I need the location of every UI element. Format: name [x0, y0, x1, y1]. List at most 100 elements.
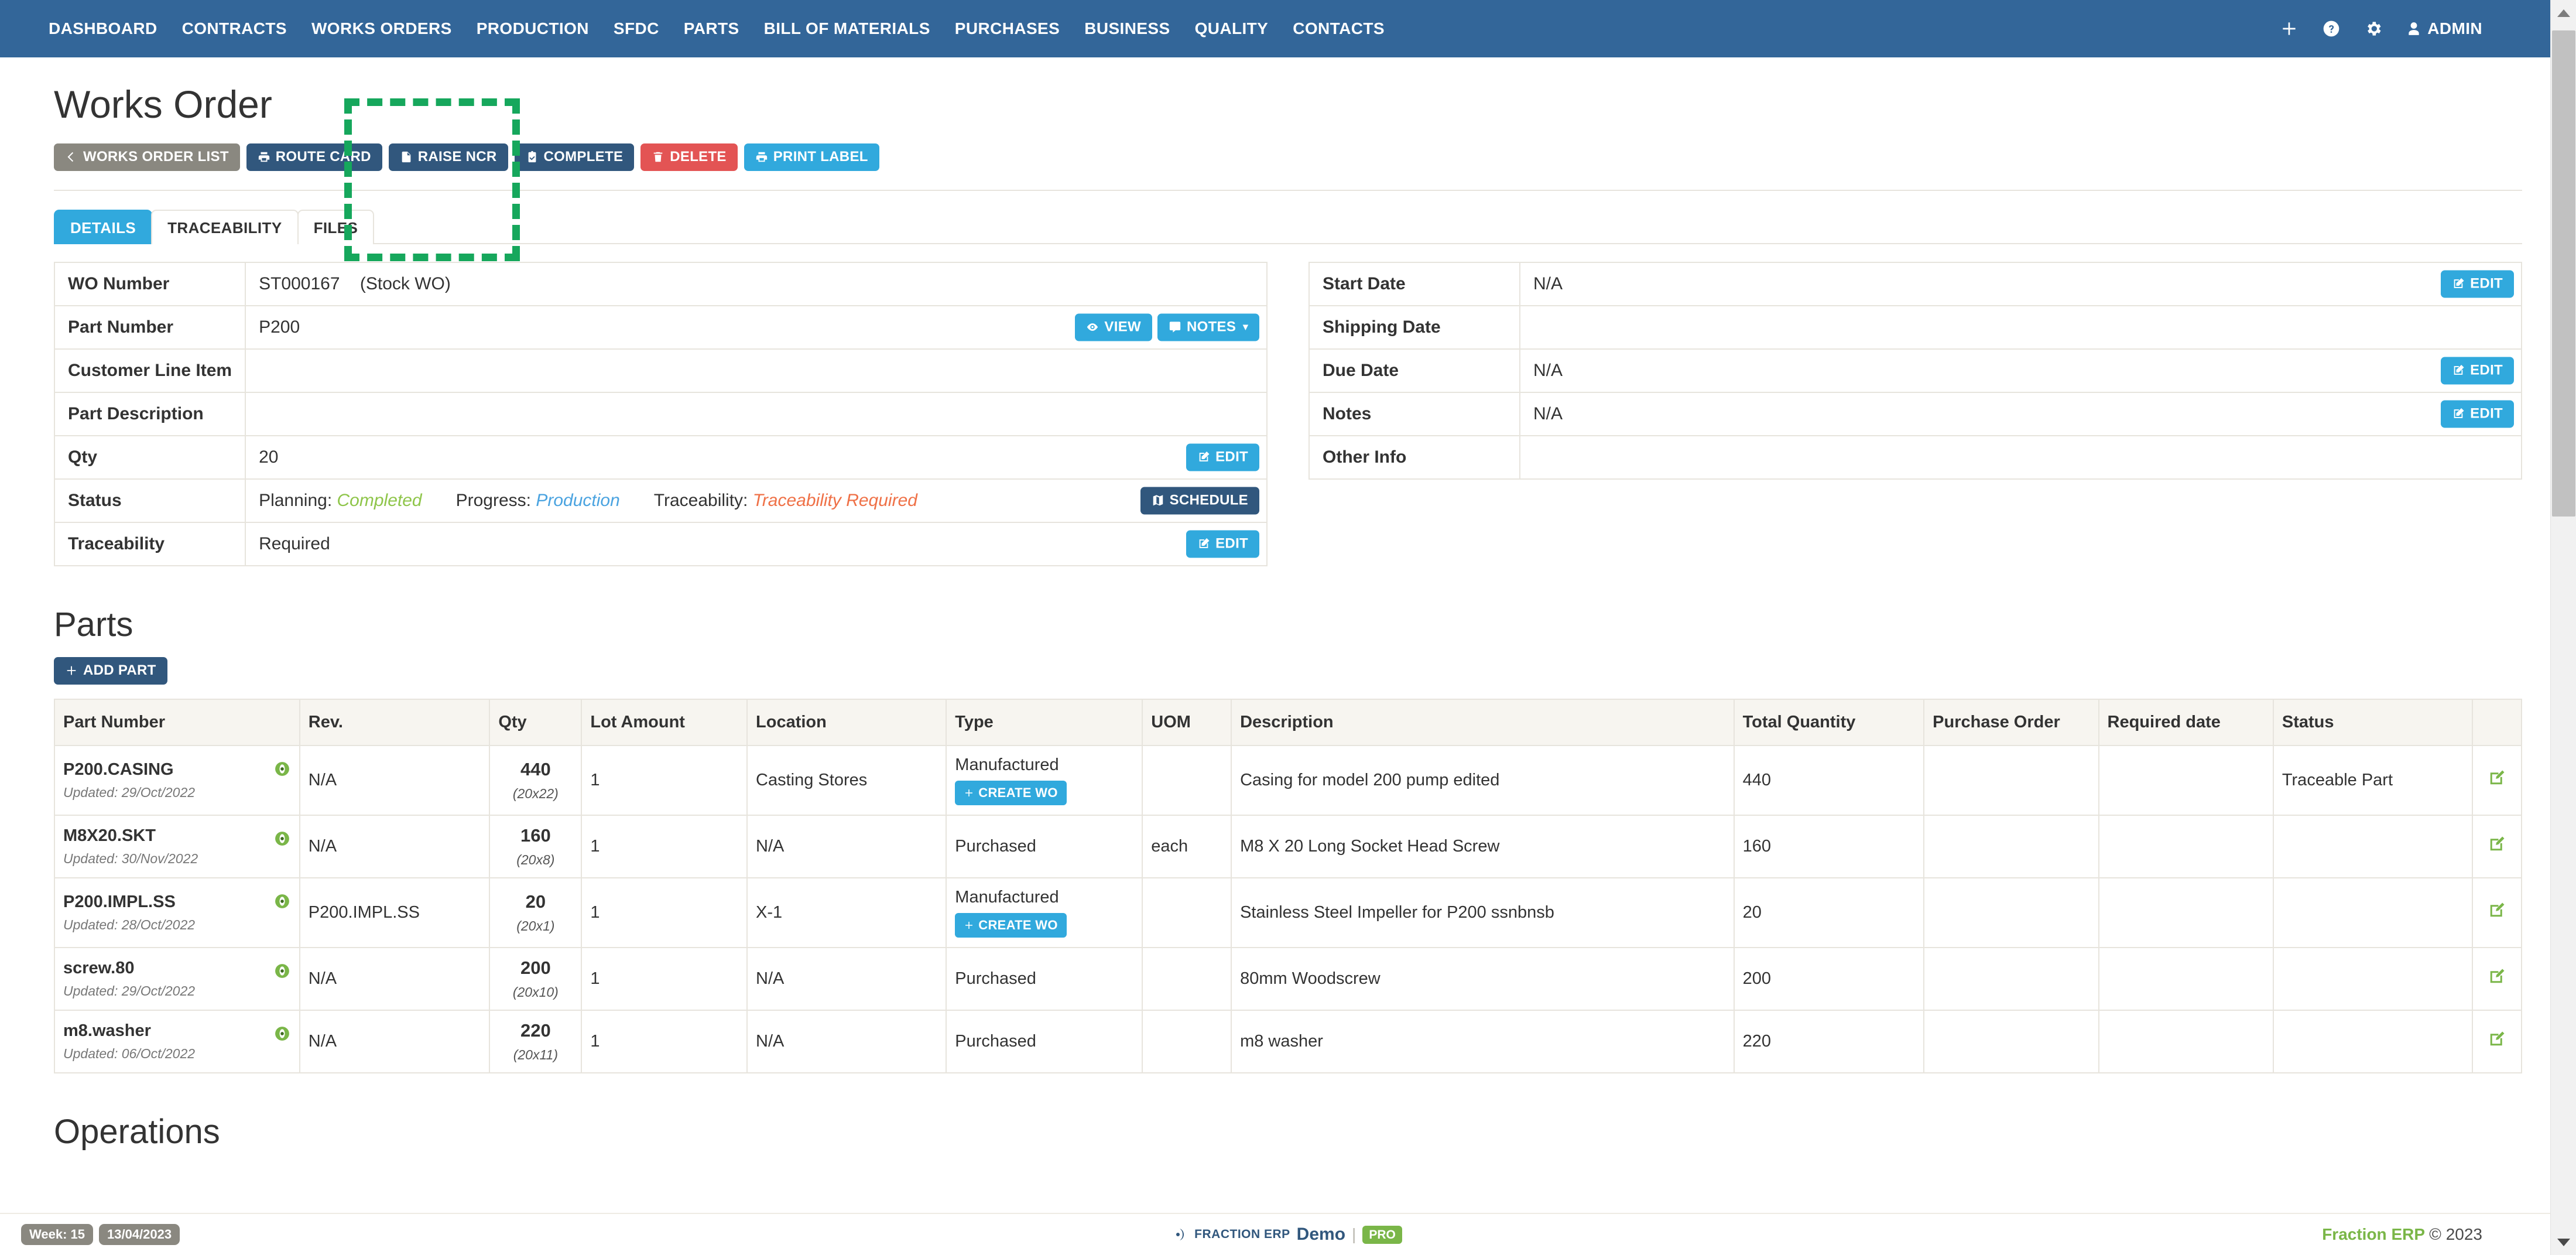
- eye-icon[interactable]: [275, 831, 290, 846]
- complete-button[interactable]: COMPLETE: [515, 143, 635, 171]
- notes-dropdown-button[interactable]: NOTES ▾: [1157, 313, 1259, 341]
- eye-icon[interactable]: [275, 963, 290, 979]
- nav-link-production[interactable]: PRODUCTION: [464, 19, 601, 38]
- page-title: Works Order: [54, 83, 2522, 126]
- page-scrollbar[interactable]: [2550, 0, 2576, 1255]
- nav-link-bill-of-materials[interactable]: BILL OF MATERIALS: [752, 19, 943, 38]
- col-purchase-order[interactable]: Purchase Order: [1924, 699, 2098, 746]
- edit-traceability-button[interactable]: EDIT: [1186, 530, 1259, 558]
- create-wo-button[interactable]: CREATE WO: [955, 913, 1067, 938]
- cell-required-date: [2099, 948, 2273, 1010]
- status-planning: Planning: Completed: [259, 491, 422, 511]
- tab-traceability[interactable]: TRACEABILITY: [151, 210, 298, 244]
- table-row[interactable]: P200.CASINGUpdated: 29/Oct/2022N/A440(20…: [54, 746, 2522, 815]
- col-uom[interactable]: UOM: [1142, 699, 1231, 746]
- eye-icon[interactable]: [275, 894, 290, 909]
- cell-type: Purchased: [946, 815, 1142, 878]
- scroll-down-arrow[interactable]: [2551, 1229, 2576, 1255]
- value-traceability: Required EDIT: [245, 522, 1267, 566]
- edit-row-icon[interactable]: [2488, 901, 2506, 919]
- eye-icon[interactable]: [275, 1026, 290, 1041]
- gear-icon[interactable]: [2364, 19, 2383, 38]
- table-row[interactable]: screw.80Updated: 29/Oct/2022N/A200(20x10…: [54, 948, 2522, 1010]
- edit-due-date-button[interactable]: EDIT: [2441, 357, 2514, 384]
- label-customer-line-item: Customer Line Item: [54, 349, 245, 392]
- col-description[interactable]: Description: [1231, 699, 1734, 746]
- col-required-date[interactable]: Required date: [2099, 699, 2273, 746]
- nav-link-contacts[interactable]: CONTACTS: [1280, 19, 1397, 38]
- view-button[interactable]: VIEW: [1075, 313, 1152, 341]
- edit-row-icon[interactable]: [2488, 967, 2506, 985]
- detail-row-part-description: Part Description: [54, 392, 1267, 436]
- status-traceability-value: Traceability Required: [753, 491, 917, 510]
- cell-actions[interactable]: [2472, 815, 2522, 878]
- type-label: Manufactured: [955, 755, 1133, 775]
- cell-uom: [1142, 948, 1231, 1010]
- qty-breakdown: (20x1): [498, 918, 573, 934]
- scroll-up-arrow[interactable]: [2551, 0, 2576, 26]
- nav-link-contracts[interactable]: CONTRACTS: [170, 19, 299, 38]
- raise-ncr-button[interactable]: RAISE NCR: [389, 143, 508, 171]
- cell-part-number: M8X20.SKTUpdated: 30/Nov/2022: [54, 815, 300, 878]
- route-card-button[interactable]: ROUTE CARD: [246, 143, 382, 171]
- create-wo-button[interactable]: CREATE WO: [955, 781, 1067, 805]
- nav-link-works-orders[interactable]: WORKS ORDERS: [299, 19, 464, 38]
- cell-actions[interactable]: [2472, 1010, 2522, 1073]
- edit-qty-button[interactable]: EDIT: [1186, 443, 1259, 471]
- cell-uom: [1142, 878, 1231, 948]
- edit-traceability-label: EDIT: [1215, 536, 1248, 550]
- edit-notes-button[interactable]: EDIT: [2441, 400, 2514, 428]
- col-rev[interactable]: Rev.: [300, 699, 490, 746]
- nav-link-dashboard[interactable]: DASHBOARD: [36, 19, 170, 38]
- nav-link-sfdc[interactable]: SFDC: [601, 19, 672, 38]
- notes-label: NOTES: [1187, 320, 1236, 334]
- help-icon[interactable]: [2322, 19, 2341, 38]
- user-menu[interactable]: ADMIN: [2406, 19, 2482, 38]
- col-lot-amount[interactable]: Lot Amount: [581, 699, 747, 746]
- col-status[interactable]: Status: [2273, 699, 2472, 746]
- cell-actions[interactable]: [2472, 746, 2522, 815]
- plus-icon[interactable]: [2280, 19, 2298, 38]
- detail-row-shipping-date: Shipping Date: [1309, 306, 2522, 349]
- edit-row-icon[interactable]: [2488, 1030, 2506, 1048]
- schedule-button[interactable]: SCHEDULE: [1140, 487, 1259, 514]
- nav-link-business[interactable]: BUSINESS: [1072, 19, 1182, 38]
- nav-link-parts[interactable]: PARTS: [672, 19, 752, 38]
- nav-link-purchases[interactable]: PURCHASES: [943, 19, 1072, 38]
- table-row[interactable]: m8.washerUpdated: 06/Oct/2022N/A220(20x1…: [54, 1010, 2522, 1073]
- add-part-button[interactable]: ADD PART: [54, 657, 167, 685]
- cell-rev: N/A: [300, 815, 490, 878]
- tab-details[interactable]: DETAILS: [54, 210, 152, 244]
- col-part-number[interactable]: Part Number: [54, 699, 300, 746]
- value-wo-number: ST000167 (Stock WO): [245, 262, 1267, 306]
- col-location[interactable]: Location: [747, 699, 946, 746]
- cell-actions[interactable]: [2472, 948, 2522, 1010]
- scrollbar-thumb[interactable]: [2552, 30, 2575, 517]
- col-total-quantity[interactable]: Total Quantity: [1734, 699, 1924, 746]
- edit-row-icon[interactable]: [2488, 769, 2506, 786]
- nav-links: DASHBOARD CONTRACTS WORKS ORDERS PRODUCT…: [36, 19, 1397, 38]
- qty-breakdown: (20x11): [498, 1047, 573, 1063]
- eye-icon[interactable]: [275, 761, 290, 777]
- details-panels: WO Number ST000167 (Stock WO) Part Numbe…: [54, 262, 2522, 566]
- edit-start-date-button[interactable]: EDIT: [2441, 270, 2514, 297]
- table-row[interactable]: P200.IMPL.SSUpdated: 28/Oct/2022P200.IMP…: [54, 878, 2522, 948]
- works-order-list-button[interactable]: WORKS ORDER LIST: [54, 143, 240, 171]
- cell-description: m8 washer: [1231, 1010, 1734, 1073]
- cell-description: M8 X 20 Long Socket Head Screw: [1231, 815, 1734, 878]
- edit-row-icon[interactable]: [2488, 835, 2506, 853]
- footer-brand-pro: PRO: [1362, 1226, 1402, 1244]
- cell-actions[interactable]: [2472, 878, 2522, 948]
- nav-link-quality[interactable]: QUALITY: [1183, 19, 1281, 38]
- col-type[interactable]: Type: [946, 699, 1142, 746]
- cell-type: Purchased: [946, 948, 1142, 1010]
- cell-rev: N/A: [300, 1010, 490, 1073]
- label-wo-number: WO Number: [54, 262, 245, 306]
- col-qty[interactable]: Qty: [489, 699, 581, 746]
- create-wo-label: CREATE WO: [978, 919, 1058, 932]
- parts-table: Part Number Rev. Qty Lot Amount Location…: [54, 699, 2522, 1073]
- print-label-button[interactable]: PRINT LABEL: [744, 143, 879, 171]
- delete-button[interactable]: DELETE: [640, 143, 737, 171]
- tab-files[interactable]: FILES: [297, 210, 375, 244]
- table-row[interactable]: M8X20.SKTUpdated: 30/Nov/2022N/A160(20x8…: [54, 815, 2522, 878]
